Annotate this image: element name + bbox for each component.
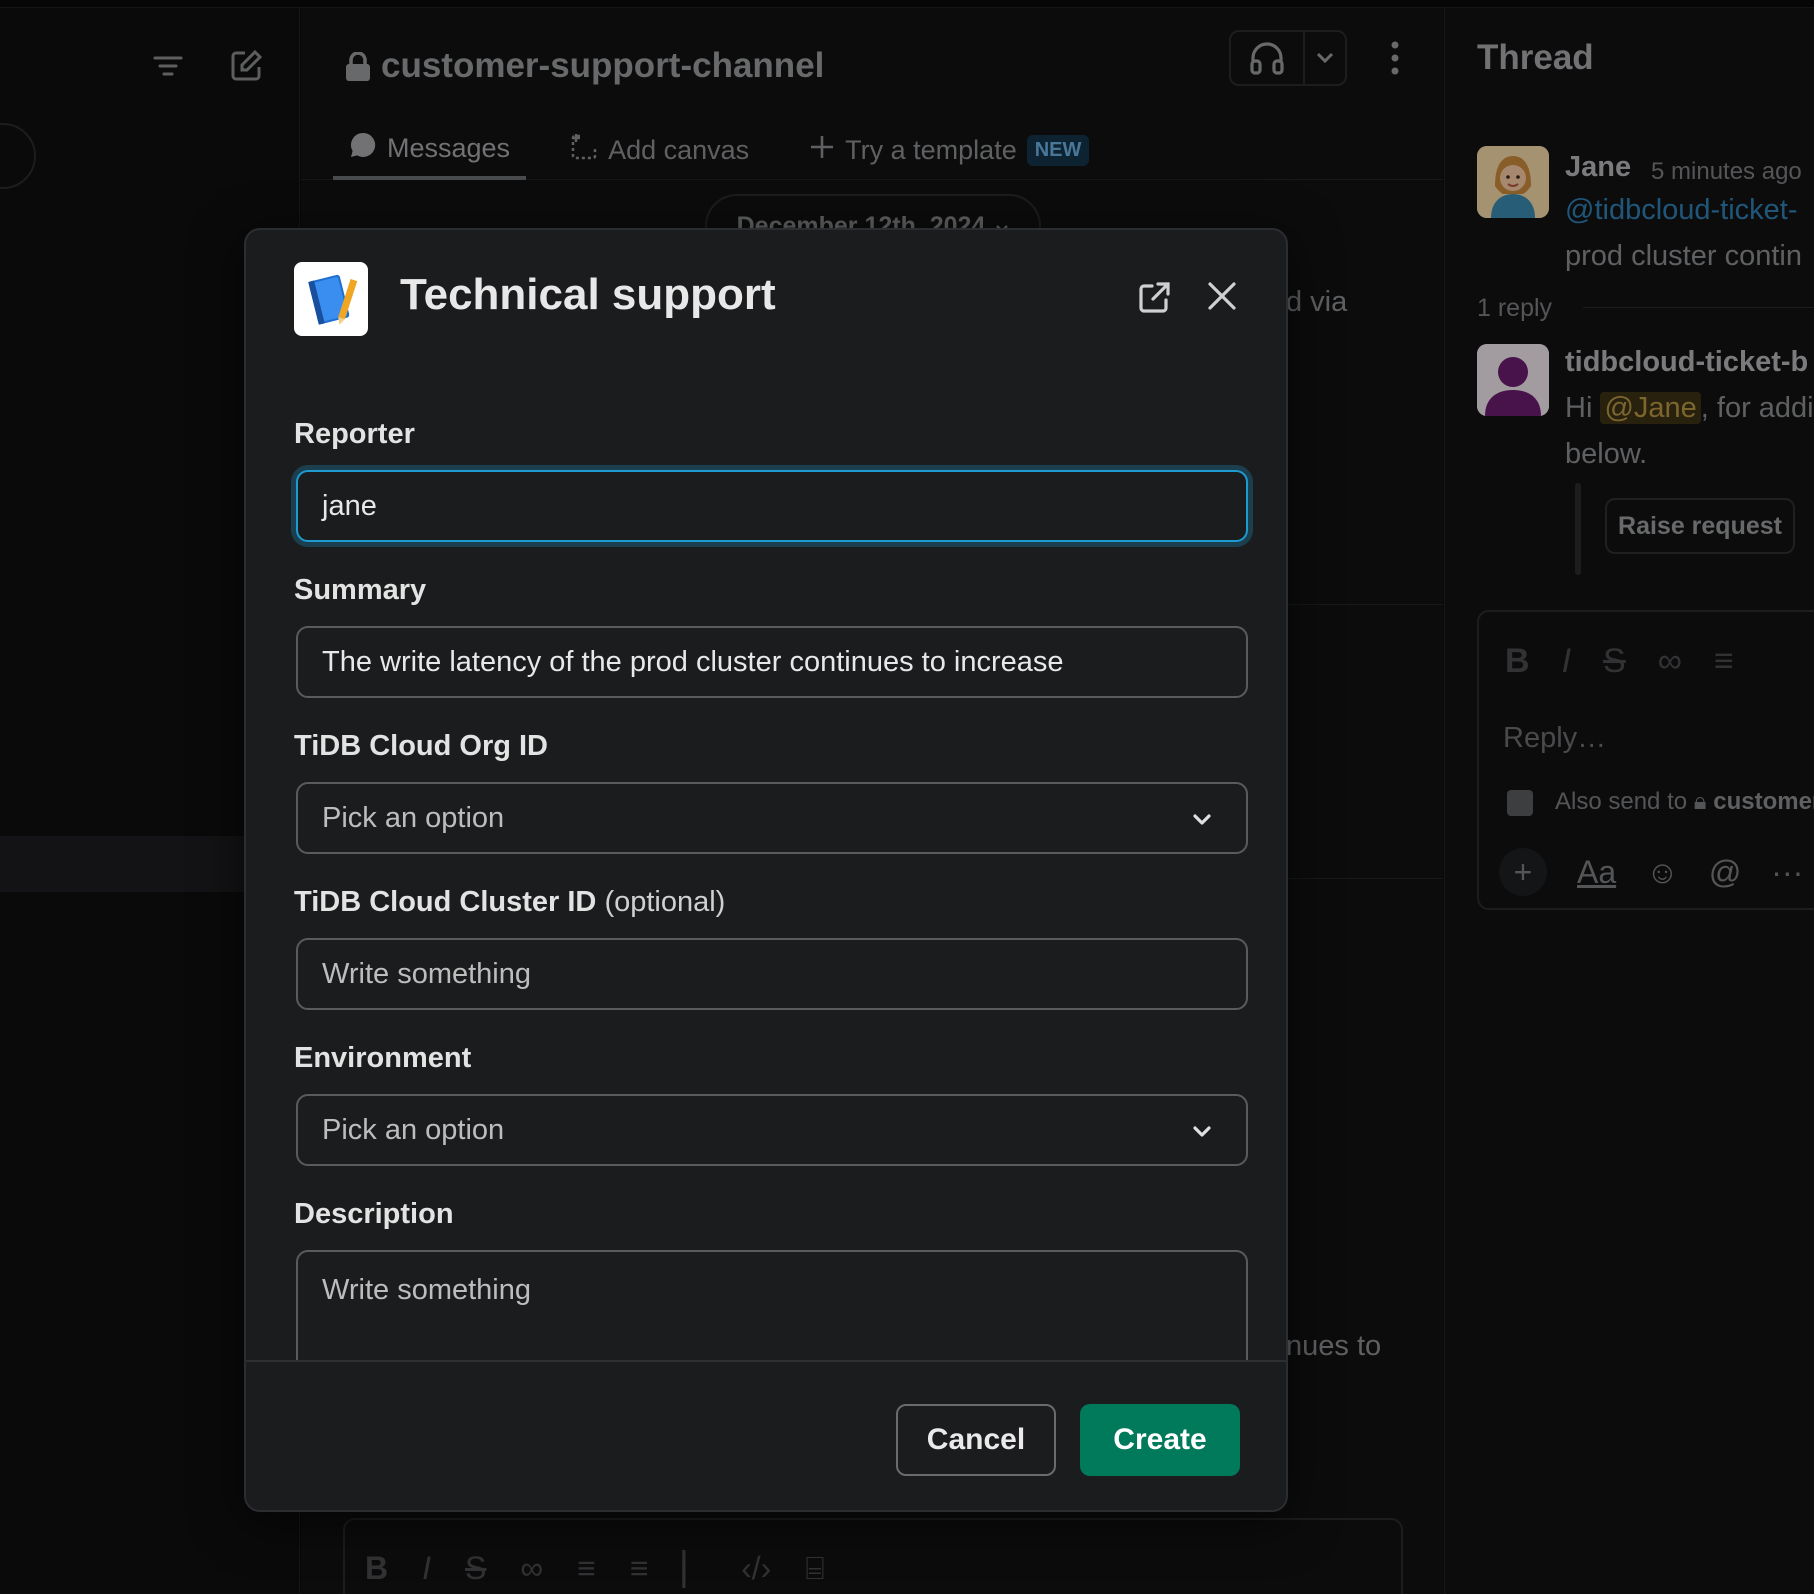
cluster-id-input[interactable]: Write something — [296, 938, 1248, 1010]
cancel-button[interactable]: Cancel — [896, 1404, 1056, 1476]
modal-body: Reporter jane Summary The write latency … — [246, 360, 1286, 1360]
org-id-select[interactable]: Pick an option — [296, 782, 1248, 854]
environment-placeholder: Pick an option — [322, 1113, 505, 1146]
description-label: Description — [294, 1198, 454, 1230]
summary-input[interactable]: The write latency of the prod cluster co… — [296, 626, 1248, 698]
close-icon[interactable] — [1202, 276, 1242, 316]
cluster-id-label-text: TiDB Cloud Cluster ID — [294, 886, 597, 918]
org-id-placeholder: Pick an option — [322, 801, 505, 834]
summary-label: Summary — [294, 574, 427, 606]
reporter-value: jane — [322, 489, 377, 522]
optional-hint: (optional) — [604, 886, 726, 918]
reporter-label: Reporter — [294, 418, 415, 450]
app-notebook-icon — [294, 262, 368, 336]
cluster-id-label: TiDB Cloud Cluster ID (optional) — [294, 886, 725, 919]
popout-icon[interactable] — [1134, 278, 1174, 318]
slack-window: customer-support-channel Messages Add ca… — [0, 0, 1814, 1594]
environment-label: Environment — [294, 1042, 472, 1074]
chevron-down-icon — [1188, 1118, 1216, 1146]
description-textarea[interactable]: Write something — [296, 1250, 1248, 1360]
reporter-input[interactable]: jane — [296, 470, 1248, 542]
description-placeholder: Write something — [322, 1274, 531, 1306]
cluster-id-placeholder: Write something — [322, 957, 531, 990]
environment-select[interactable]: Pick an option — [296, 1094, 1248, 1166]
create-button[interactable]: Create — [1080, 1404, 1240, 1476]
summary-value: The write latency of the prod cluster co… — [322, 645, 1064, 678]
chevron-down-icon — [1188, 806, 1216, 834]
org-id-label: TiDB Cloud Org ID — [294, 730, 549, 762]
modal-title: Technical support — [400, 270, 776, 319]
modal-footer: Cancel Create — [246, 1360, 1286, 1510]
technical-support-modal: Technical support Reporter jane Summary … — [244, 228, 1288, 1512]
